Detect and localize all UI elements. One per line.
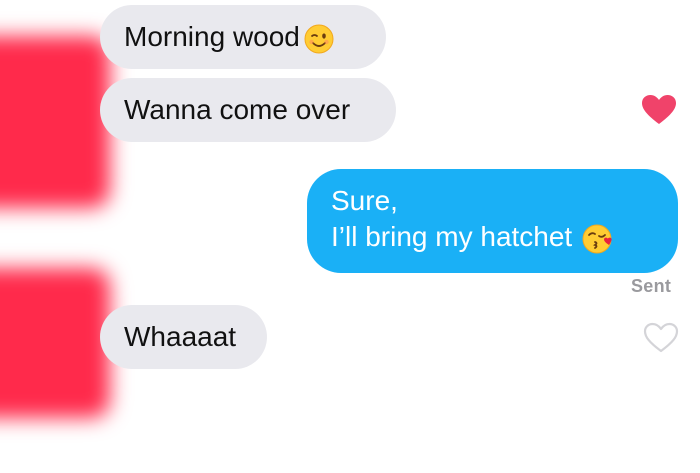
redacted-avatar bbox=[0, 268, 110, 418]
message-text: Morning wood bbox=[124, 21, 300, 52]
message-text: I’ll bring my hatchet bbox=[331, 221, 573, 252]
incoming-message-bubble[interactable]: Whaaaat bbox=[100, 305, 267, 369]
message-status-sent: Sent bbox=[631, 276, 672, 296]
message-text: Whaaaat bbox=[124, 321, 237, 352]
heart-outline-icon[interactable] bbox=[643, 322, 679, 354]
incoming-message-bubble[interactable]: Morning wood bbox=[100, 5, 386, 69]
face-blowing-kiss-emoji-icon bbox=[582, 223, 616, 255]
outgoing-message-bubble[interactable]: Sure, I’ll bring my hatchet bbox=[307, 169, 678, 273]
winking-face-emoji-icon bbox=[304, 24, 334, 54]
message-text: Wanna come over bbox=[124, 94, 351, 125]
chat-screen: Morning wood Wanna come over Sure, I’ll … bbox=[0, 0, 700, 473]
incoming-message-bubble[interactable]: Wanna come over bbox=[100, 78, 396, 142]
heart-filled-icon[interactable] bbox=[641, 94, 677, 126]
message-text-line: I’ll bring my hatchet bbox=[331, 219, 652, 255]
message-text-line: Sure, bbox=[331, 185, 398, 216]
redacted-avatar bbox=[0, 36, 110, 208]
